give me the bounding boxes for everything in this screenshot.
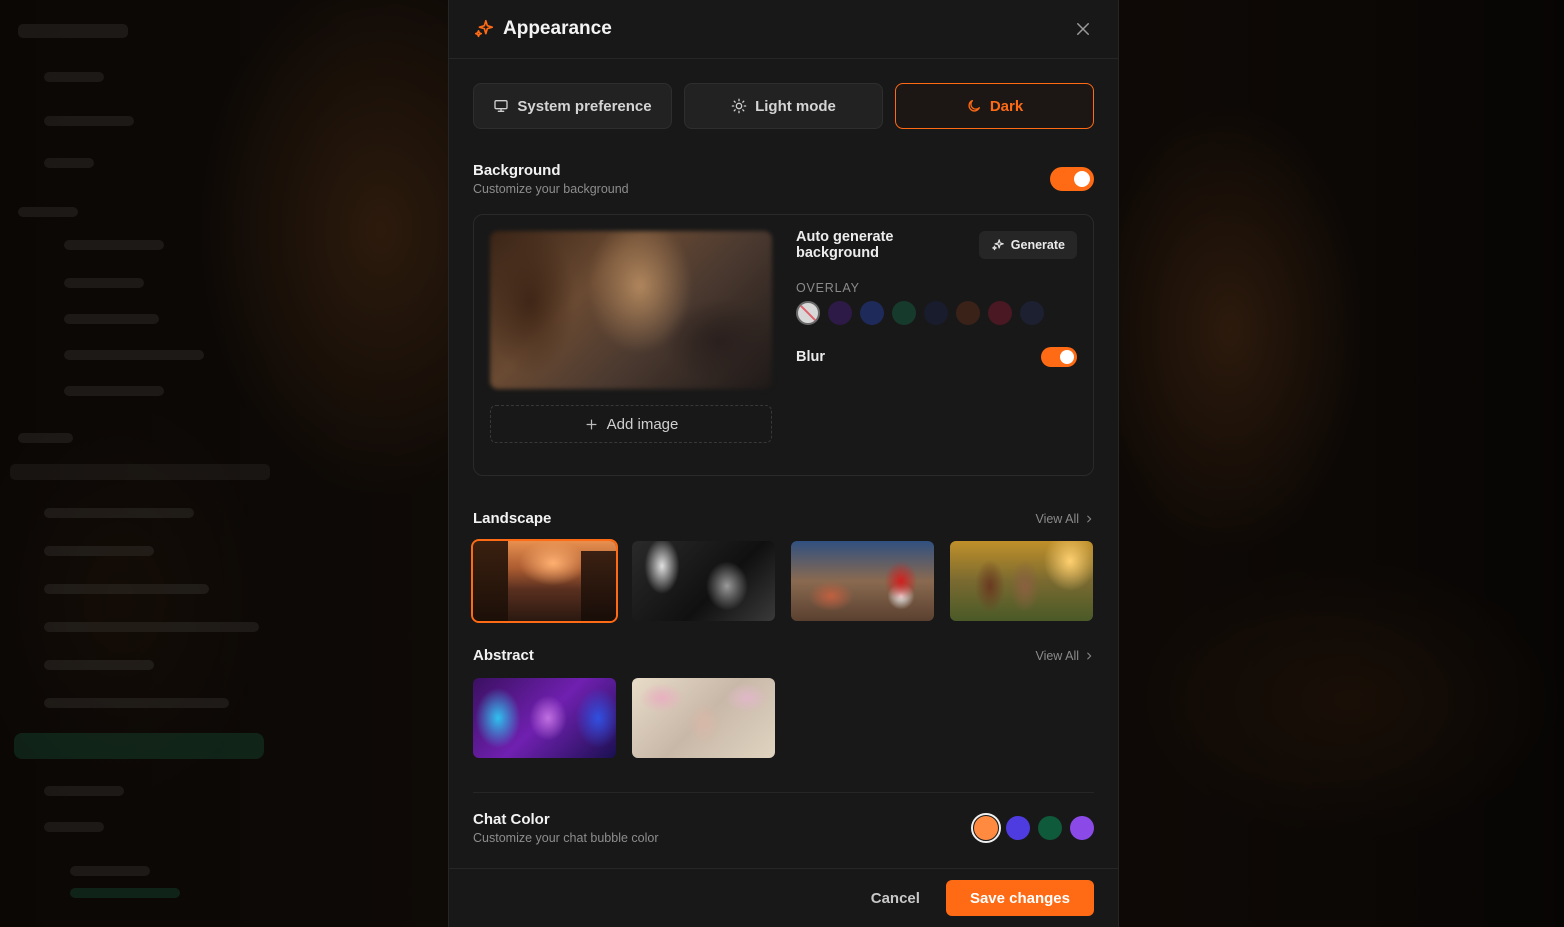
- mode-label: Dark: [989, 97, 1024, 115]
- monitor-icon: [494, 100, 509, 112]
- chat-color-swatch[interactable]: [971, 813, 1001, 843]
- sparkle-icon: [473, 18, 495, 40]
- close-button[interactable]: [1072, 18, 1094, 40]
- landscape-title: Landscape: [473, 510, 552, 527]
- divider: [473, 792, 1094, 793]
- chat-color-swatch[interactable]: [1070, 816, 1094, 840]
- abstract-thumbnail-neon-cyber[interactable]: [473, 678, 616, 758]
- theme-mode-selector: System preference Light mode Dark: [473, 83, 1094, 129]
- landscape-thumbnail-noir-detective[interactable]: [632, 541, 775, 621]
- abstract-thumbnails: [473, 678, 1094, 758]
- mode-label: System preference: [517, 97, 652, 115]
- modal-title: Appearance: [503, 18, 612, 39]
- save-changes-button[interactable]: Save changes: [945, 880, 1094, 916]
- blurred-sidebar: [0, 0, 280, 927]
- modal-body: System preference Light mode Dark Backgr…: [449, 83, 1118, 845]
- landscape-thumbnail-friends-park[interactable]: [950, 541, 1093, 621]
- overlay-swatch[interactable]: [988, 301, 1012, 325]
- chat-color-subtitle: Customize your chat bubble color: [473, 831, 659, 845]
- overlay-swatch[interactable]: [828, 301, 852, 325]
- mode-label: Light mode: [755, 97, 836, 115]
- chat-color-section: Chat Color Customize your chat bubble co…: [473, 811, 1094, 845]
- overlay-swatches: [796, 301, 1077, 325]
- landscape-header: Landscape View All: [473, 510, 1094, 527]
- sparkle-icon: [991, 239, 1004, 251]
- abstract-view-all-link[interactable]: View All: [1035, 649, 1094, 663]
- landscape-view-all-link[interactable]: View All: [1035, 512, 1094, 526]
- light-mode-button[interactable]: Light mode: [684, 83, 883, 129]
- cancel-button[interactable]: Cancel: [871, 890, 920, 907]
- view-all-label: View All: [1035, 511, 1079, 526]
- generate-label: Generate: [1010, 238, 1065, 252]
- abstract-header: Abstract View All: [473, 647, 1094, 664]
- overlay-label: OVERLAY: [796, 281, 860, 295]
- chat-color-swatch[interactable]: [1038, 816, 1062, 840]
- appearance-modal: Appearance System preference Light mode: [448, 0, 1119, 927]
- background-toggle[interactable]: [1050, 167, 1094, 191]
- blur-label: Blur: [796, 349, 825, 365]
- overlay-swatch[interactable]: [860, 301, 884, 325]
- view-all-label: View All: [1035, 648, 1079, 663]
- auto-generate-label: Auto generate background: [796, 229, 894, 261]
- abstract-thumbnail-floral-face[interactable]: [632, 678, 775, 758]
- moon-icon: [968, 100, 980, 112]
- overlay-swatch[interactable]: [924, 301, 948, 325]
- landscape-thumbnail-city-street[interactable]: [471, 539, 618, 623]
- add-image-button[interactable]: Add image: [490, 405, 772, 443]
- blur-toggle[interactable]: [1041, 347, 1077, 367]
- landscape-thumbnails: [471, 539, 1094, 623]
- sun-icon: [731, 98, 747, 114]
- chat-color-swatches: [971, 813, 1094, 843]
- chevron-right-icon: [1087, 652, 1092, 659]
- system-preference-button[interactable]: System preference: [473, 83, 672, 129]
- modal-footer: Cancel Save changes: [449, 868, 1118, 927]
- overlay-swatch[interactable]: [956, 301, 980, 325]
- chat-color-title: Chat Color: [473, 811, 550, 828]
- chat-color-swatch[interactable]: [1006, 816, 1030, 840]
- background-section-header: Background Customize your background: [473, 162, 1094, 196]
- background-preview-image: [490, 231, 772, 389]
- background-title: Background: [473, 162, 561, 179]
- plus-icon: [586, 419, 597, 429]
- chevron-right-icon: [1087, 515, 1092, 522]
- dark-mode-button[interactable]: Dark: [895, 83, 1094, 129]
- background-card: Add image Auto generate background Gener…: [473, 214, 1094, 476]
- overlay-swatch-none[interactable]: [796, 301, 820, 325]
- generate-button[interactable]: Generate: [978, 231, 1077, 259]
- overlay-swatch[interactable]: [1020, 301, 1044, 325]
- add-image-label: Add image: [606, 415, 679, 433]
- background-subtitle: Customize your background: [473, 182, 629, 196]
- close-icon: [1077, 23, 1089, 35]
- overlay-swatch[interactable]: [892, 301, 916, 325]
- abstract-title: Abstract: [473, 647, 534, 664]
- landscape-thumbnail-santa-diner[interactable]: [791, 541, 934, 621]
- modal-header: Appearance: [449, 0, 1118, 59]
